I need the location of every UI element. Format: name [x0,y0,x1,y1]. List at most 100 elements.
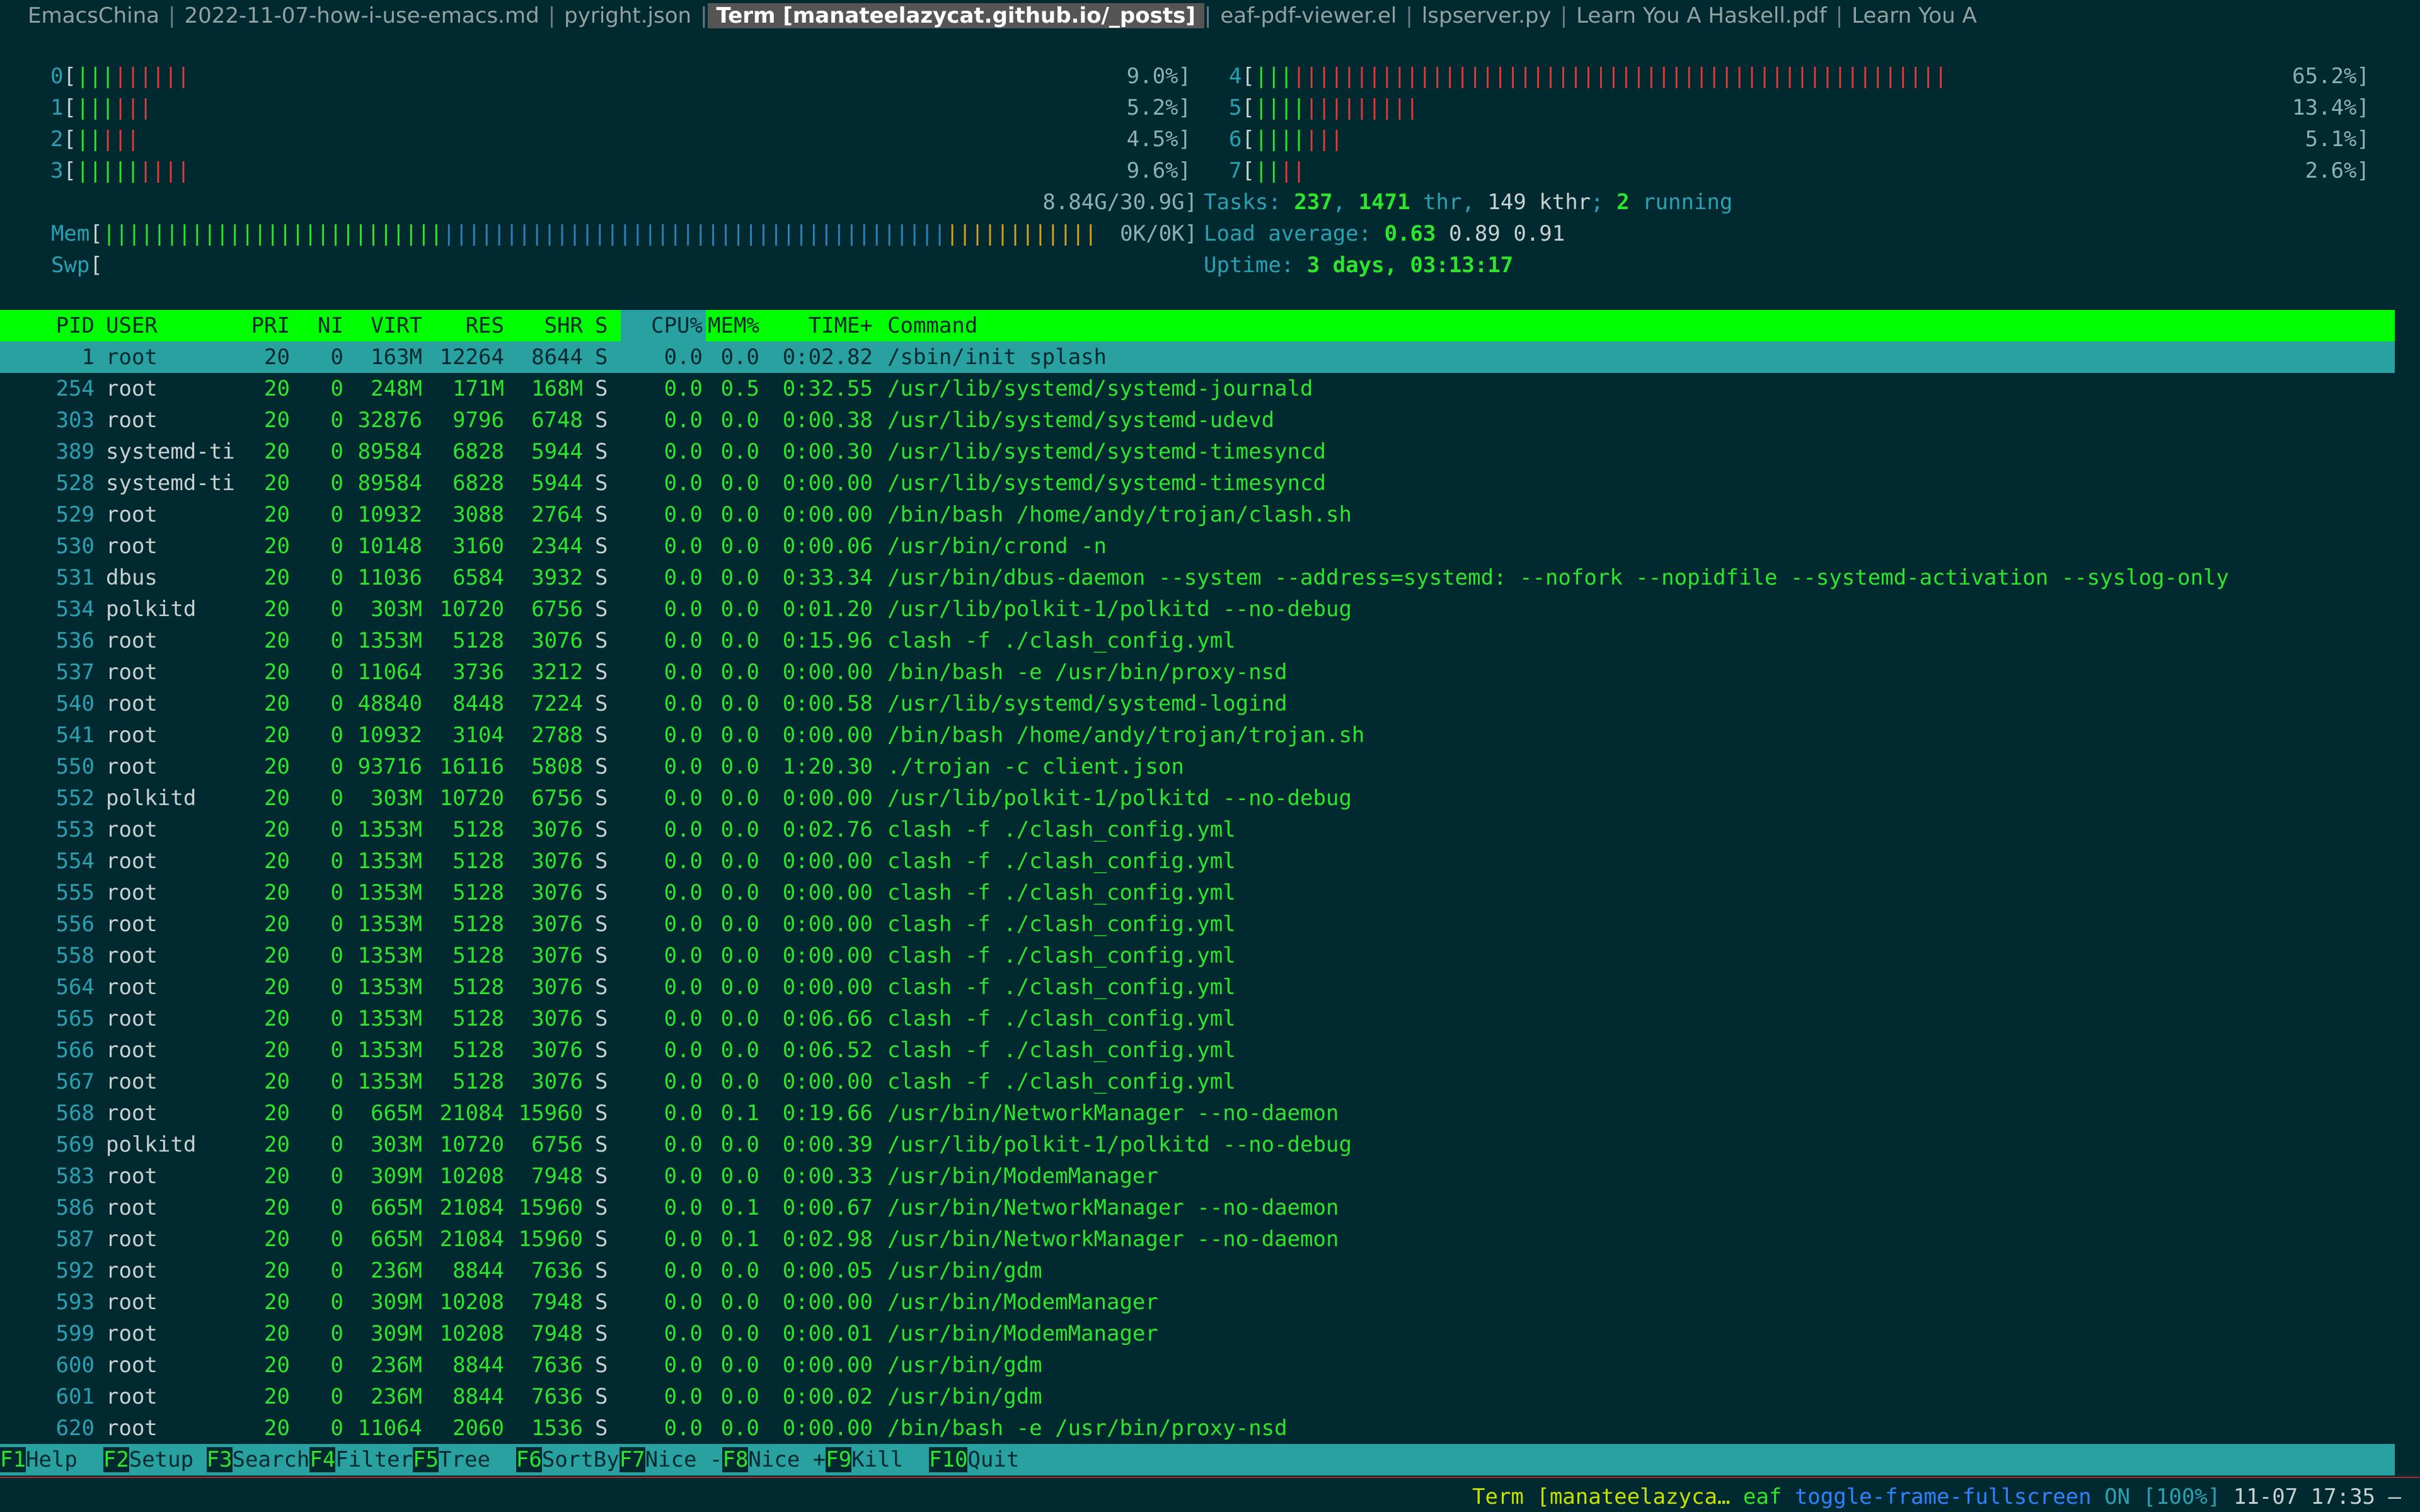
fkey-label[interactable]: Kill [851,1447,929,1472]
process-row[interactable]: 389 systemd-ti 20 0 89584 6828 5944 S 0.0 0.0 0:00… [0,436,2395,467]
process-row[interactable]: 565 root 20 0 1353M 5128 3076 S 0.0 0.0 0:06.66 cla… [0,1003,2395,1034]
cell-ni: 0 [330,376,343,401]
process-row[interactable]: 303 root 20 0 32876 9796 6748 S 0.0 0.0 0:00.38/us… [0,404,2395,436]
fkey-f5[interactable]: F5 [413,1447,439,1472]
col-pid[interactable]: PID [0,310,95,341]
cell-pid: 389 [55,439,95,464]
cell-shr: 7224 [531,691,583,716]
col-res[interactable]: RES [429,310,504,341]
fkey-label[interactable]: Tree [439,1447,516,1472]
cell-command: /usr/bin/crond -n [887,534,1107,559]
process-row[interactable]: 541 root 20 0 10932 3104 2788 S 0.0 0.0 0:00.00/bi… [0,719,2395,751]
cell-command: /usr/lib/polkit-1/polkitd --no-debug [887,597,1352,622]
cell-state: S [595,1321,608,1346]
cell-time: 0:33.34 [782,565,873,590]
cell-shr: 7948 [531,1290,583,1315]
cell-virt: 32876 [357,408,422,433]
process-row[interactable]: 592 root 20 0 236M 8844 7636 S 0.0 0.0 0:00.05/usr… [0,1255,2395,1286]
process-row[interactable]: 536 root 20 0 1353M 5128 3076 S 0.0 0.0 0:15.96 cla… [0,625,2395,656]
cell-mem: 0.0 [720,1321,759,1346]
process-row[interactable]: 564 root 20 0 1353M 5128 3076 S 0.0 0.0 0:00.00 cla… [0,971,2395,1003]
process-row[interactable]: 587 root 20 0 665M 21084 15960 S 0.0 0.1 0:02.98/u… [0,1223,2395,1255]
tab-4[interactable]: eaf-pdf-viewer.el [1211,3,1405,28]
fkey-label[interactable]: Setup [129,1447,207,1472]
process-row[interactable]: 550 root 20 0 93716 16116 5808 S 0.0 0.0 1:20.30 ./… [0,751,2395,782]
process-row[interactable]: 540 root 20 0 48840 8448 7224 S 0.0 0.0 0:00.58/us… [0,688,2395,719]
fkey-f7[interactable]: F7 [619,1447,645,1472]
fkey-f1[interactable]: F1 [0,1447,26,1472]
process-row[interactable]: 556 root 20 0 1353M 5128 3076 S 0.0 0.0 0:00.00 cla… [0,908,2395,940]
col-pri[interactable]: PRI [239,310,290,341]
col-command[interactable]: Command [887,310,977,341]
fkey-f3[interactable]: F3 [206,1447,233,1472]
process-row[interactable]: 534 polkitd 20 0 303M 10720 6756 S 0.0 0.0 0:01.20… [0,593,2395,625]
process-row[interactable]: 1 root 20 0 163M 12264 8644 S 0.0 0.0 0:02.82/sbin… [0,341,2395,373]
col-virt[interactable]: VIRT [347,310,422,341]
process-row[interactable]: 599 root 20 0 309M 10208 7948 S 0.0 0.0 0:00.01/us… [0,1318,2395,1349]
tab-0[interactable]: EmacsChina [19,3,168,28]
process-row[interactable]: 566 root 20 0 1353M 5128 3076 S 0.0 0.0 0:06.52 cla… [0,1034,2395,1066]
process-row[interactable]: 569 polkitd 20 0 303M 10720 6756 S 0.0 0.0 0:00.39… [0,1129,2395,1160]
process-row[interactable]: 254 root 20 0 248M 171M 168M S 0.0 0.5 0:32.55/usr… [0,373,2395,404]
process-row[interactable]: 558 root 20 0 1353M 5128 3076 S 0.0 0.0 0:00.00 cla… [0,940,2395,971]
process-row[interactable]: 600 root 20 0 236M 8844 7636 S 0.0 0.0 0:00.00/usr… [0,1349,2395,1381]
process-row[interactable]: 531 dbus 20 0 11036 6584 3932 S 0.0 0.0 0:33.34/us… [0,562,2395,593]
process-row[interactable]: 554 root 20 0 1353M 5128 3076 S 0.0 0.0 0:00.00 cla… [0,845,2395,877]
col-mem[interactable]: MEM% [700,310,759,341]
fkey-label[interactable]: Nice - [645,1447,723,1472]
col-user[interactable]: USER [106,310,158,341]
cell-pid: 620 [55,1416,95,1441]
process-table-header[interactable]: PID USER PRI NI VIRT RES SHR S CPU% MEM%… [0,310,2395,341]
fkey-label[interactable]: Help [26,1447,103,1472]
process-row[interactable]: 528 systemd-ti 20 0 89584 6828 5944 S 0.0 0.0 0:00… [0,467,2395,499]
process-row[interactable]: 537 root 20 0 11064 3736 3212 S 0.0 0.0 0:00.00/bi… [0,656,2395,688]
tab-2[interactable]: pyright.json [555,3,700,28]
col-cpu[interactable]: CPU% [621,310,706,341]
tab-7[interactable]: Learn You A [1843,3,1986,28]
tab-6[interactable]: Learn You A Haskell.pdf [1567,3,1836,28]
col-ni[interactable]: NI [296,310,343,341]
cell-mem: 0.0 [720,628,759,653]
fkey-f10[interactable]: F10 [929,1447,968,1472]
cpu-label: 2 [50,127,64,152]
col-state[interactable]: S [595,310,608,341]
process-row[interactable]: 601 root 20 0 236M 8844 7636 S 0.0 0.0 0:00.02/usr… [0,1381,2395,1412]
col-time[interactable]: TIME+ [763,310,873,341]
process-row[interactable]: 620 root 20 0 11064 2060 1536 S 0.0 0.0 0:00.00/bi… [0,1412,2395,1444]
process-row[interactable]: 593 root 20 0 309M 10208 7948 S 0.0 0.0 0:00.00/us… [0,1286,2395,1318]
cell-mem: 0.0 [720,1069,759,1094]
process-row[interactable]: 586 root 20 0 665M 21084 15960 S 0.0 0.1 0:00.67/u… [0,1192,2395,1223]
process-row[interactable]: 530 root 20 0 10148 3160 2344 S 0.0 0.0 0:00.06/us… [0,530,2395,562]
fkey-label[interactable]: Filter [335,1447,413,1472]
tab-separator: | [700,3,708,28]
cell-virt: 11036 [357,565,422,590]
process-row[interactable]: 568 root 20 0 665M 21084 15960 S 0.0 0.1 0:19.66/u… [0,1097,2395,1129]
cell-state: S [595,912,608,937]
fkey-f4[interactable]: F4 [309,1447,336,1472]
fkey-f9[interactable]: F9 [826,1447,852,1472]
col-shr[interactable]: SHR [510,310,583,341]
cell-ni: 0 [330,1227,343,1252]
cell-cpu: 0.0 [664,1164,703,1189]
process-row[interactable]: 555 root 20 0 1353M 5128 3076 S 0.0 0.0 0:00.00 cla… [0,877,2395,908]
fkey-f6[interactable]: F6 [516,1447,542,1472]
tab-5[interactable]: lspserver.py [1413,3,1560,28]
fkey-label[interactable]: SortBy [542,1447,619,1472]
process-row[interactable]: 567 root 20 0 1353M 5128 3076 S 0.0 0.0 0:00.00 cla… [0,1066,2395,1097]
fkey-label[interactable]: Search [233,1447,310,1472]
cell-mem: 0.0 [720,345,759,370]
cell-virt: 10148 [357,534,422,559]
fkey-f8[interactable]: F8 [722,1447,749,1472]
process-row[interactable]: 583 root 20 0 309M 10208 7948 S 0.0 0.0 0:00.33/us… [0,1160,2395,1192]
process-row[interactable]: 553 root 20 0 1353M 5128 3076 S 0.0 0.0 0:02.76 cla… [0,814,2395,845]
process-row[interactable]: 552 polkitd 20 0 303M 10720 6756 S 0.0 0.0 0:00.00… [0,782,2395,814]
process-row[interactable]: 529 root 20 0 10932 3088 2764 S 0.0 0.0 0:00.00/bi… [0,499,2395,530]
fkey-label[interactable]: Quit [967,1447,1019,1472]
tab-3[interactable]: Term [manateelazycat.github.io/_posts] [707,3,1204,28]
tab-1[interactable]: 2022-11-07-how-i-use-emacs.md [175,3,548,28]
cell-command: /usr/lib/systemd/systemd-udevd [887,408,1275,433]
cell-state: S [595,1416,608,1441]
cell-shr: 2344 [531,534,583,559]
fkey-label[interactable]: Nice + [748,1447,826,1472]
fkey-f2[interactable]: F2 [103,1447,129,1472]
